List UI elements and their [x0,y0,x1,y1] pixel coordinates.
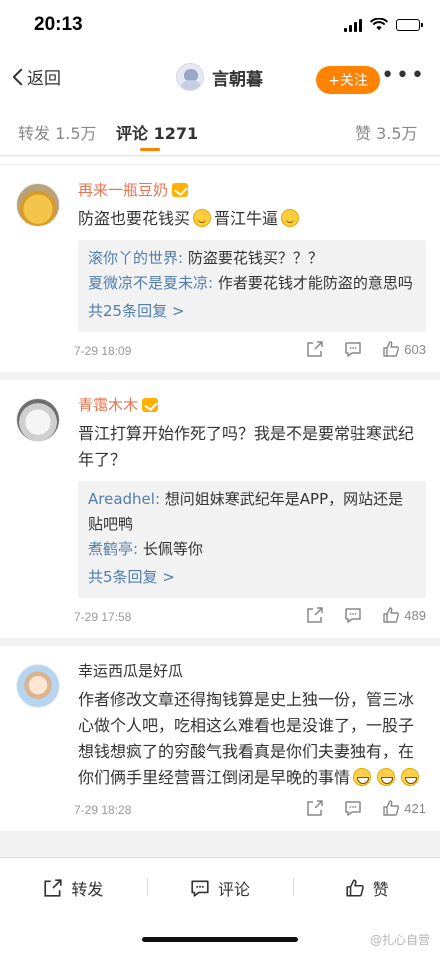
back-label: 返回 [27,69,61,89]
comment-icon [345,801,362,816]
tab-underline [140,148,160,151]
comment-text-part: 晋江牛逼 [214,209,279,228]
reply-box[interactable]: 滚你丫的世界: 防盗要花钱买？？？ 夏微凉不是夏未凉: 作者要花钱才能防盗的意思… [78,240,426,332]
nav-user[interactable]: 言朝暮 [176,63,263,91]
share-icon [307,341,324,357]
status-icons [344,18,423,32]
commenter-name-text: 青霭木木 [78,396,139,414]
reply-item: 煮鹤亭: 长佩等你 [88,540,203,558]
like-button[interactable]: 421 [382,799,426,817]
grin-emoji-icon [401,768,420,786]
like-post-button[interactable]: 赞 [293,858,440,917]
home-indicator-area: @扎心自营 [0,917,440,953]
tab-bar: 转发 1.5万 评论 1271 赞 3.5万 [0,104,440,156]
commenter-name-text: 幸运西瓜是好瓜 [78,662,184,680]
reply-text: 防盗要花钱买？？？ [187,249,323,267]
chevron-left-icon [12,68,23,85]
reply-item: 夏微凉不是夏未凉: 作者要花钱才能防盗的意思吗 [88,274,413,292]
reply-button[interactable] [344,799,362,817]
user-name: 言朝暮 [212,69,263,90]
vip-badge-icon [142,397,159,412]
commenter-name-text: 再来一瓶豆奶 [78,181,169,199]
grin-emoji-icon [377,768,396,786]
repost-label: 转发 [71,879,104,899]
comment-item: 幸运西瓜是好瓜 作者修改文章还得掏钱算是史上独一份，管三冰心做个人吧，吃相这么难… [0,646,440,839]
share-icon [307,607,324,623]
reply-user[interactable]: 煮鹤亭 [88,540,133,558]
vip-badge-icon [172,182,189,197]
comment-text: 作者修改文章还得掏钱算是史上独一份，管三冰心做个人吧，吃相这么难看也是没谁了，一… [78,687,426,791]
back-button[interactable]: 返回 [12,64,61,89]
status-bar: 20:13 [0,0,440,54]
comment-icon [191,880,209,897]
tab-likes[interactable]: 赞 3.5万 [355,120,418,144]
bottom-action-bar: 转发 评论 赞 [0,857,440,917]
commenter-name[interactable]: 青霭木木 [78,394,426,415]
reply-text: 长佩等你 [142,540,203,558]
thumbs-up-icon [383,341,400,357]
reply-button[interactable] [344,606,362,624]
comment-item: 青霭木木 晋江打算开始作死了吗？我是不是要常驻寒武纪年了？ Areadhel: … [0,380,440,646]
commenter-avatar[interactable] [16,183,60,227]
comment-text: 晋江打算开始作死了吗？我是不是要常驻寒武纪年了？ [78,424,415,469]
commenter-name[interactable]: 幸运西瓜是好瓜 [78,660,426,681]
repost-button[interactable]: 转发 [0,858,147,917]
comment-date: 7-29 17:58 [74,610,132,624]
like-count: 603 [404,341,426,357]
share-button[interactable] [306,606,324,624]
reply-item: Areadhel: 想问姐妹寒武纪年是APP，网站还是贴吧鸭 [88,490,404,533]
user-avatar [176,63,204,91]
share-icon [44,878,62,897]
more-replies-link[interactable]: 共5条回复 > [88,564,416,590]
comment-feed[interactable]: 再来一瓶豆奶 防盗也要花钱买 晋江牛逼 滚你丫的世界: 防盗要花钱买？？？ 夏微凉… [0,157,440,857]
comment-label: 评论 [218,879,251,899]
thumbs-up-icon [346,878,364,897]
reply-text: 作者要花钱才能防盗的意思吗 [217,274,413,292]
comment-button[interactable]: 评论 [146,858,294,917]
tab-comments[interactable]: 评论 1271 [116,120,198,144]
commenter-name[interactable]: 再来一瓶豆奶 [78,179,426,200]
reply-user[interactable]: Areadhel [88,490,155,508]
smile-emoji-icon [193,209,212,227]
nav-bar: 返回 言朝暮 +关注 ••• [0,54,440,104]
tab-reposts[interactable]: 转发 1.5万 [18,120,97,144]
reply-item: 滚你丫的世界: 防盗要花钱买？？？ [88,249,323,267]
commenter-avatar[interactable] [16,398,60,442]
like-label: 赞 [372,879,389,899]
more-icon[interactable]: ••• [381,65,426,87]
thumbs-up-icon [383,800,400,816]
share-button[interactable] [306,799,324,817]
like-button[interactable]: 603 [382,340,426,358]
comment-icon [345,342,362,357]
share-button[interactable] [306,340,324,358]
comment-text: 防盗也要花钱买 晋江牛逼 [78,206,426,232]
wifi-icon [370,18,388,31]
comment-item: 再来一瓶豆奶 防盗也要花钱买 晋江牛逼 滚你丫的世界: 防盗要花钱买？？？ 夏微凉… [0,165,440,380]
like-count: 489 [404,607,426,623]
battery-icon [396,19,423,31]
previous-comment-edge [0,157,440,165]
grin-emoji-icon [353,768,372,786]
commenter-avatar[interactable] [16,664,60,708]
comment-text-part: 防盗也要花钱买 [78,209,191,228]
watermark: @扎心自营 [369,933,430,947]
reply-user[interactable]: 夏微凉不是夏未凉 [88,274,208,292]
share-icon [307,800,324,816]
reply-user[interactable]: 滚你丫的世界 [88,249,178,267]
like-button[interactable]: 489 [382,606,426,624]
comment-date: 7-29 18:09 [74,344,132,358]
like-count: 421 [404,800,426,816]
reply-box[interactable]: Areadhel: 想问姐妹寒武纪年是APP，网站还是贴吧鸭 煮鹤亭: 长佩等你… [78,481,426,598]
comment-date: 7-29 18:28 [74,803,132,817]
cellular-signal-icon [344,18,362,32]
thumbs-up-icon [383,607,400,623]
status-time: 20:13 [34,14,83,35]
more-replies-link[interactable]: 共25条回复 > [88,298,416,324]
comment-icon [345,608,362,623]
reply-button[interactable] [344,340,362,358]
smile-emoji-icon [281,209,300,227]
home-indicator[interactable] [142,937,298,942]
follow-button[interactable]: +关注 [316,66,380,94]
